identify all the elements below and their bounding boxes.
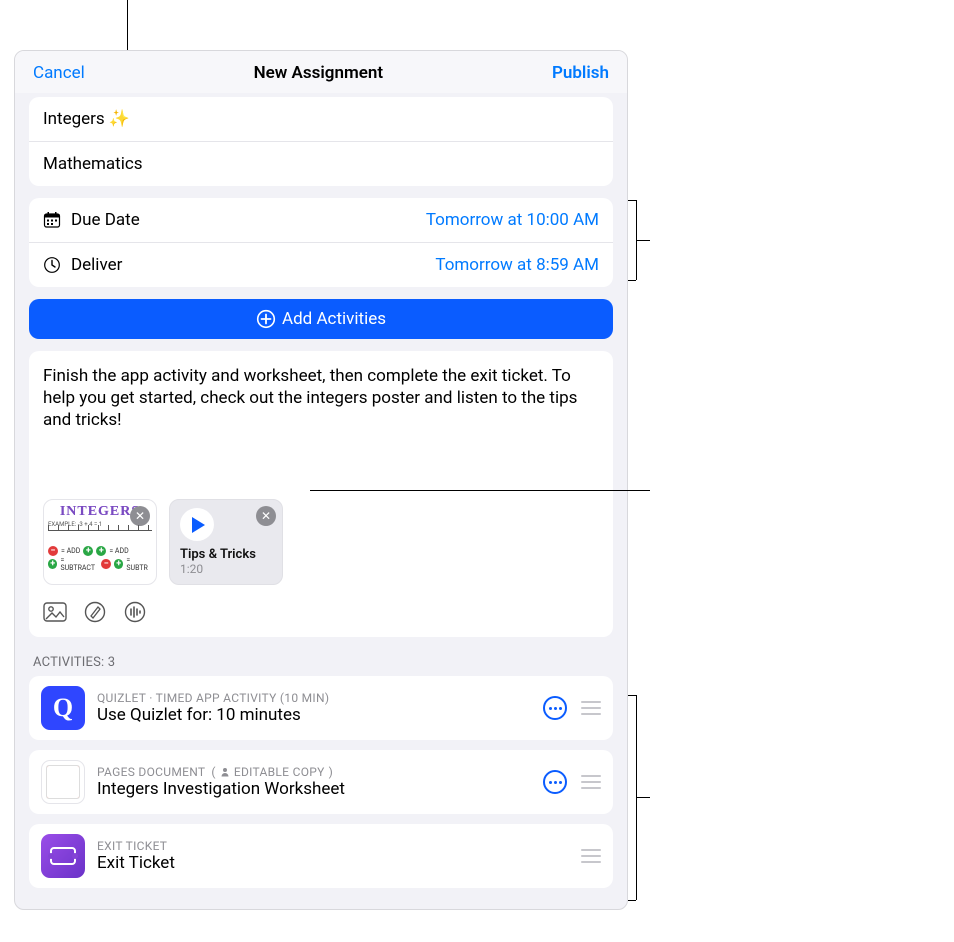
add-activities-label: Add Activities (282, 309, 386, 329)
activity-title: Exit Ticket (97, 853, 569, 873)
insert-drawing-icon[interactable] (83, 601, 107, 623)
assignment-panel: Cancel New Assignment Publish Integers ✨… (14, 50, 628, 910)
pages-document-icon (41, 760, 85, 804)
callout-bracket-cap (628, 695, 636, 696)
activity-meta-text: PAGES DOCUMENT (97, 765, 205, 779)
assignment-subject-value: Mathematics (43, 154, 143, 174)
assignment-name-field[interactable]: Integers ✨ (29, 97, 613, 141)
deliver-label: Deliver (71, 255, 122, 275)
remove-attachment-icon[interactable]: ✕ (256, 506, 276, 526)
publish-button[interactable]: Publish (552, 63, 609, 83)
activity-row-exit-ticket[interactable]: EXIT TICKET Exit Ticket (29, 824, 613, 888)
callout-line (636, 797, 650, 798)
callout-bracket-cap (628, 900, 636, 901)
activities-section-label: ACTIVITIES: 3 (33, 655, 609, 670)
callout-bracket-cap (628, 200, 636, 201)
due-date-label: Due Date (71, 210, 140, 230)
instructions-text[interactable]: Finish the app activity and worksheet, t… (43, 365, 599, 485)
assignment-subject-field[interactable]: Mathematics (29, 141, 613, 186)
play-icon[interactable] (180, 508, 214, 541)
activity-title: Integers Investigation Worksheet (97, 779, 531, 799)
attachment-poster[interactable]: ✕ INTEGERS EXAMPLE: -3 + 4 = 1 −= ADD ++… (43, 499, 157, 585)
schedule-card: Due Date Tomorrow at 10:00 AM Deliver To… (29, 198, 613, 287)
instructions-card: Finish the app activity and worksheet, t… (29, 351, 613, 637)
due-date-value: Tomorrow at 10:00 AM (426, 210, 599, 230)
editable-copy-text: EDITABLE COPY (234, 765, 325, 779)
person-icon (220, 767, 230, 777)
callout-line-attachments (310, 490, 650, 491)
remove-attachment-icon[interactable]: ✕ (130, 506, 150, 526)
clock-icon (43, 256, 61, 274)
audio-title: Tips & Tricks (180, 547, 272, 562)
plus-circle-icon (256, 309, 276, 329)
assignment-name-value: Integers ✨ (43, 109, 130, 129)
activity-more-button[interactable] (543, 696, 567, 720)
activity-meta: QUIZLET · TIMED APP ACTIVITY (10 MIN) (97, 691, 531, 705)
media-toolbar (43, 601, 599, 623)
due-date-row[interactable]: Due Date Tomorrow at 10:00 AM (29, 198, 613, 242)
insert-audio-icon[interactable] (123, 601, 147, 623)
activity-row-pages[interactable]: PAGES DOCUMENT ( EDITABLE COPY) Integers… (29, 750, 613, 814)
attachment-audio[interactable]: ✕ Tips & Tricks 1:20 (169, 499, 283, 585)
callout-bracket-cap (628, 280, 636, 281)
drag-handle-icon[interactable] (581, 775, 601, 789)
editable-copy-badge: ( EDITABLE COPY) (211, 765, 333, 779)
deliver-row[interactable]: Deliver Tomorrow at 8:59 AM (29, 242, 613, 287)
activity-more-button[interactable] (543, 770, 567, 794)
audio-duration: 1:20 (180, 562, 272, 576)
activity-row-quizlet[interactable]: Q QUIZLET · TIMED APP ACTIVITY (10 MIN) … (29, 676, 613, 740)
drag-handle-icon[interactable] (581, 849, 601, 863)
deliver-value: Tomorrow at 8:59 AM (435, 255, 599, 275)
panel-header: Cancel New Assignment Publish (15, 51, 627, 93)
calendar-icon (43, 211, 61, 229)
activity-meta: PAGES DOCUMENT ( EDITABLE COPY) (97, 765, 531, 779)
add-activities-button[interactable]: Add Activities (29, 299, 613, 339)
activity-meta: EXIT TICKET (97, 839, 569, 853)
panel-title: New Assignment (254, 63, 383, 83)
poster-rule-row: += SUBTRACT −+= SUBTR (48, 556, 152, 572)
activity-title: Use Quizlet for: 10 minutes (97, 705, 531, 725)
exit-ticket-icon (41, 834, 85, 878)
cancel-button[interactable]: Cancel (33, 63, 85, 83)
number-line-graphic (48, 530, 152, 544)
callout-line (636, 240, 650, 241)
name-subject-card: Integers ✨ Mathematics (29, 97, 613, 186)
poster-rule-row: −= ADD ++= ADD (48, 546, 152, 556)
quizlet-app-icon: Q (41, 686, 85, 730)
drag-handle-icon[interactable] (581, 701, 601, 715)
attachments-row: ✕ INTEGERS EXAMPLE: -3 + 4 = 1 −= ADD ++… (43, 499, 599, 585)
insert-image-icon[interactable] (43, 601, 67, 623)
